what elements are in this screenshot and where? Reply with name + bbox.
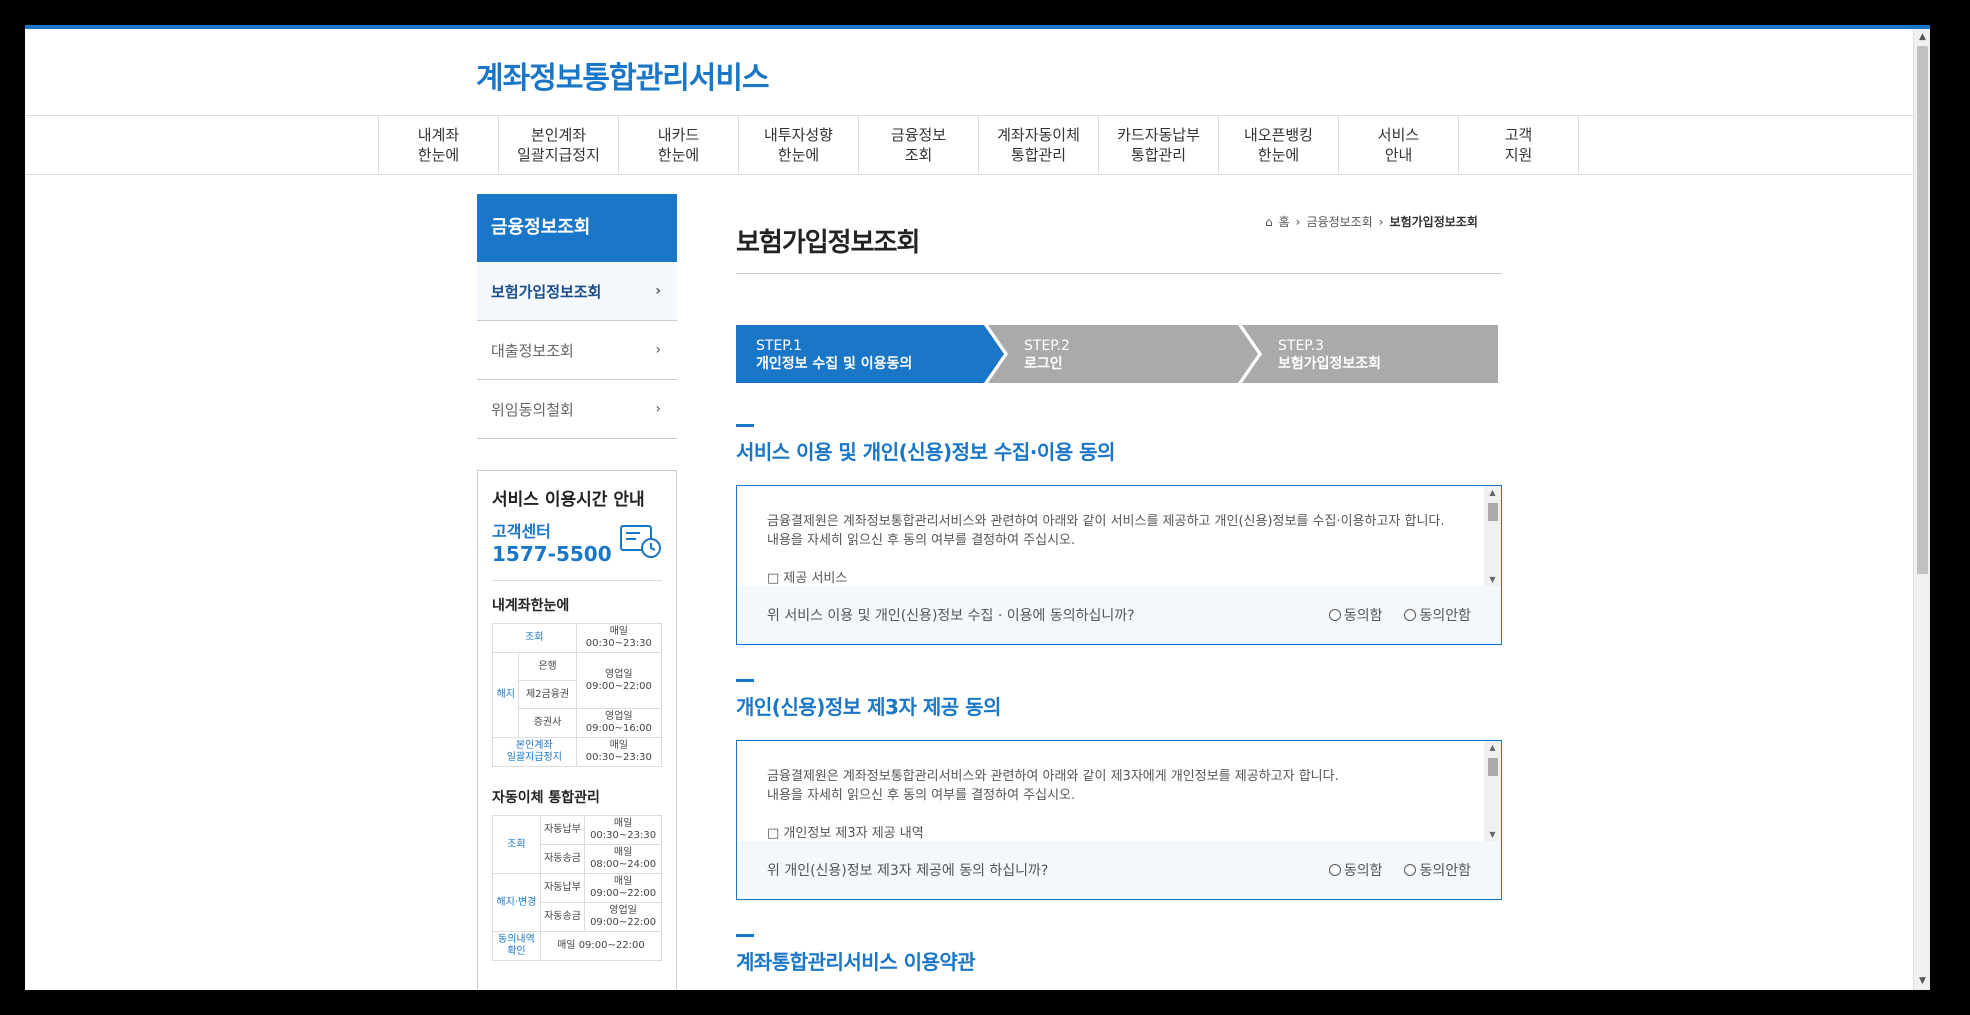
consent-box-service: 금융결제원은 계좌정보통합관리서비스와 관련하여 아래와 같이 서비스를 제공하…	[736, 485, 1502, 645]
chevron-right-icon: ›	[655, 342, 661, 358]
breadcrumb-home[interactable]: 홈	[1279, 213, 1290, 230]
agree-radio[interactable]: 동의함	[1328, 605, 1382, 625]
chevron-right-icon: ›	[655, 283, 661, 299]
gnb-item-card-auto-pay[interactable]: 카드자동납부 통합관리	[1099, 116, 1219, 174]
terms-text[interactable]: 금융결제원은 계좌정보통합관리서비스와 관련하여 아래와 같이 서비스를 제공하…	[737, 486, 1501, 586]
hours-table-my-accounts: 조회 매일 00:30~23:30 해지 은행 영업일 09:00~22:00 제2금융권…	[491, 623, 663, 767]
sidebar-item-insurance-info[interactable]: 보험가입정보조회 ›	[477, 262, 677, 321]
gnb-item-open-banking[interactable]: 내오픈뱅킹 한눈에	[1219, 116, 1339, 174]
hours-table-auto-transfer: 조회 자동납부 매일 00:30~23:30 자동송금 매일 08:00~24:00 해지…	[492, 815, 663, 961]
title-divider	[736, 273, 1502, 274]
step-1: STEP.1 개인정보 수집 및 이용동의	[736, 325, 1008, 383]
home-icon[interactable]: ⌂	[1265, 215, 1273, 229]
consent-box-third-party: 금융결제원은 계좌정보통합관리서비스와 관련하여 아래와 같이 제3자에게 개인…	[736, 740, 1502, 900]
sidebar-title: 금융정보조회	[477, 194, 677, 262]
sidebar-menu: 보험가입정보조회 › 대출정보조회 › 위임동의철회 ›	[477, 262, 677, 439]
breadcrumb: ⌂ 홈 › 금융정보조회 › 보험가입정보조회	[1265, 213, 1478, 230]
gnb-item-my-cards[interactable]: 내카드 한눈에	[619, 116, 739, 174]
scroll-up-icon[interactable]: ▲	[1914, 29, 1930, 46]
scroll-thumb[interactable]	[1917, 46, 1928, 574]
gnb-item-auto-transfer[interactable]: 계좌자동이체 통합관리	[979, 116, 1099, 174]
disagree-radio[interactable]: 동의안함	[1404, 605, 1471, 625]
gnb-item-investment-profile[interactable]: 내투자성향 한눈에	[739, 116, 859, 174]
section-title-third-party-consent: 개인(신용)정보 제3자 제공 동의	[736, 679, 1001, 720]
terms-text[interactable]: 금융결제원은 계좌정보통합관리서비스와 관련하여 아래와 같이 제3자에게 개인…	[737, 741, 1501, 841]
terms-scrollbar[interactable]: ▲ ▼	[1484, 486, 1501, 586]
page-title: 보험가입정보조회	[736, 228, 920, 258]
page-scrollbar[interactable]: ▲ ▼	[1913, 29, 1930, 990]
gnb-item-account-stop[interactable]: 본인계좌 일괄지급정지	[499, 116, 619, 174]
chevron-right-icon: ›	[655, 401, 661, 417]
step-2: STEP.2 로그인	[988, 325, 1262, 383]
step-indicator: STEP.1 개인정보 수집 및 이용동의 STEP.2 로그인 STEP.3 …	[736, 325, 1498, 383]
consent-question: 위 개인(신용)정보 제3자 제공에 동의 하십니까? 동의함 동의안함	[737, 841, 1501, 899]
hours-section-title: 내계좌한눈에	[492, 598, 570, 614]
service-hours-panel: 서비스 이용시간 안내 고객센터 1577-5500 내계좌한눈에 조회 매일 00…	[477, 470, 677, 990]
terms-scrollbar[interactable]: ▲ ▼	[1484, 741, 1501, 841]
sidebar-item-consent-withdrawal[interactable]: 위임동의철회 ›	[477, 380, 677, 439]
gnb-item-customer-support[interactable]: 고객 지원	[1459, 116, 1579, 174]
clock-calendar-icon	[620, 525, 661, 558]
section-title-service-consent: 서비스 이용 및 개인(신용)정보 수집·이용 동의	[736, 424, 1115, 465]
site-title[interactable]: 계좌정보통합관리서비스	[476, 53, 770, 97]
hours-section-title: 자동이체 통합관리	[492, 790, 600, 806]
browser-viewport: 계좌정보통합관리서비스 내계좌 한눈에 본인계좌 일괄지급정지 내카드 한눈에 내투자…	[25, 25, 1930, 990]
breadcrumb-level1[interactable]: 금융정보조회	[1306, 213, 1372, 230]
gnb-item-financial-info[interactable]: 금융정보 조회	[859, 116, 979, 174]
divider	[492, 580, 662, 581]
gnb-item-my-accounts[interactable]: 내계좌 한눈에	[379, 116, 499, 174]
breadcrumb-current: 보험가입정보조회	[1389, 215, 1478, 229]
disagree-radio[interactable]: 동의안함	[1404, 860, 1471, 880]
step-3: STEP.3 보험가입정보조회	[1242, 325, 1498, 383]
section-title-terms: 계좌통합관리서비스 이용약관	[736, 934, 976, 975]
sidebar-item-loan-info[interactable]: 대출정보조회 ›	[477, 321, 677, 380]
gnb-item-service-guide[interactable]: 서비스 안내	[1339, 116, 1459, 174]
agree-radio[interactable]: 동의함	[1328, 860, 1382, 880]
service-hours-title: 서비스 이용시간 안내	[492, 490, 645, 510]
consent-question: 위 서비스 이용 및 개인(신용)정보 수집 · 이용에 동의하십니까? 동의함…	[737, 586, 1501, 644]
scroll-down-icon[interactable]: ▼	[1914, 973, 1930, 990]
global-nav: 내계좌 한눈에 본인계좌 일괄지급정지 내카드 한눈에 내투자성향 한눈에 금융정보 조회…	[25, 115, 1913, 175]
